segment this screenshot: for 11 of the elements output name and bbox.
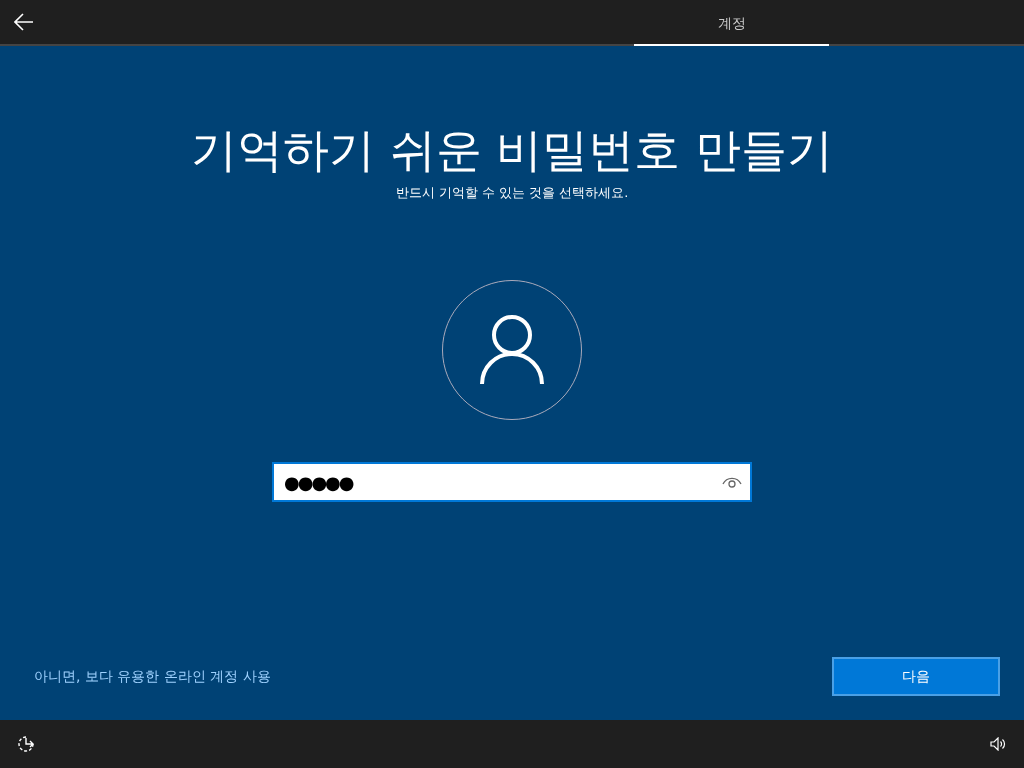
- tab[interactable]: 계정: [634, 0, 829, 46]
- back-arrow-icon: [14, 13, 34, 31]
- user-icon: [479, 314, 545, 386]
- password-field[interactable]: ●●●●●: [272, 462, 752, 502]
- eye-icon[interactable]: [722, 476, 742, 488]
- speaker-icon[interactable]: [990, 737, 1006, 751]
- online-account-link[interactable]: 아니면, 보다 유용한 온라인 계정 사용: [34, 667, 271, 686]
- accessibility-icon[interactable]: [16, 734, 36, 754]
- page-title: 기억하기 쉬운 비밀번호 만들기: [191, 122, 833, 179]
- next-button[interactable]: 다음: [832, 657, 1000, 696]
- subtitle: 반드시 기억할 수 있는 것을 선택하세요.: [395, 184, 629, 202]
